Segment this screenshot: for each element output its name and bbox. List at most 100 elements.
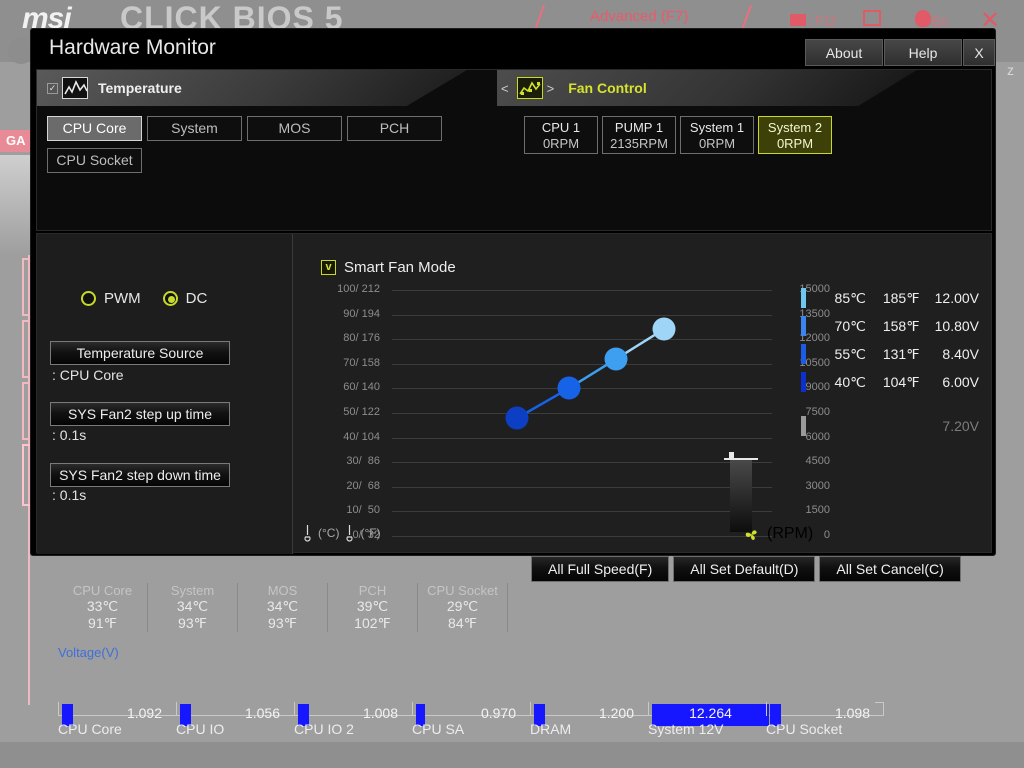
next-arrow-icon[interactable]: > <box>547 81 555 96</box>
chart-plot-area[interactable]: 100/ 212 15000 90/ 194 13500 80/ 176 12000 70/… <box>337 283 830 541</box>
dc-radio[interactable] <box>162 291 178 306</box>
step-down-time-button[interactable]: SYS Fan2 step down time <box>50 463 230 487</box>
sensor-celsius: 29℃ <box>446 598 479 614</box>
legend-celsius: 55℃ <box>834 345 866 362</box>
graph-icon <box>62 77 88 99</box>
voltage-label: DRAM <box>530 721 572 737</box>
fan-tab-cpu1[interactable]: CPU 1 0RPM <box>524 116 598 154</box>
help-button[interactable]: Help <box>884 39 962 66</box>
favorites-icon <box>863 10 881 26</box>
sensor-cell: CPU Socket 29℃ 84℉ <box>418 583 508 632</box>
sensor-fahrenheit: 84℉ <box>448 615 477 631</box>
legend-voltage: 10.80V <box>934 318 979 334</box>
voltage-value: 1.098 <box>834 705 870 721</box>
dc-label: DC <box>185 290 208 307</box>
temp-tab-system[interactable]: System <box>147 116 242 141</box>
chart-y-axis-tick-right: 1500 <box>805 504 830 516</box>
bios-right-hint: z <box>1007 62 1014 78</box>
fan-curve-point-2[interactable] <box>557 376 581 400</box>
temperature-source-tabs-row2: CPU Socket <box>47 148 142 173</box>
legend-celsius: 70℃ <box>834 317 866 334</box>
close-button[interactable]: X <box>963 39 995 66</box>
screenshot-hint: : F12 <box>790 14 836 28</box>
legend-celsius: 85℃ <box>834 289 866 306</box>
legend-fahrenheit: 131℉ <box>882 345 920 362</box>
temp-tab-pch[interactable]: PCH <box>347 116 442 141</box>
prev-arrow-icon[interactable]: < <box>501 81 509 96</box>
voltage-section-title: Voltage(V) <box>58 645 119 660</box>
fan-name: PUMP 1 <box>614 120 664 135</box>
chart-y-axis-tick-left: 100/ 212 <box>337 283 380 295</box>
sensor-name: CPU Core <box>72 583 133 598</box>
sensor-name: System <box>170 583 215 598</box>
chart-y-axis-tick-left: 20/ 68 <box>346 480 380 492</box>
temperature-axis-legend: (°C) (°F) <box>303 524 381 542</box>
temp-tab-cpu-socket[interactable]: CPU Socket <box>47 148 142 173</box>
fan-tab-system1[interactable]: System 1 0RPM <box>680 116 754 154</box>
legend-fahrenheit: 104℉ <box>882 373 920 390</box>
legend-row: 55℃ 131℉ 8.40V <box>801 340 979 368</box>
about-button[interactable]: About <box>805 39 883 66</box>
smart-fan-checkbox[interactable]: v <box>321 260 336 275</box>
voltage-label: CPU IO 2 <box>294 721 354 737</box>
temperature-checkbox[interactable]: ✓ <box>47 82 58 94</box>
chart-y-axis-tick-left: 70/ 158 <box>343 357 380 369</box>
step-down-time-value: : 0.1s <box>52 487 87 503</box>
sensor-cell: System 34℃ 93℉ <box>148 583 238 632</box>
sensor-fahrenheit: 102℉ <box>354 615 391 631</box>
legend-swatch <box>801 344 806 364</box>
voltage-label: CPU Socket <box>766 721 843 737</box>
temp-tab-mos[interactable]: MOS <box>247 116 342 141</box>
sensor-cell: PCH 39℃ 102℉ <box>328 583 418 632</box>
fan-curve-point-4[interactable] <box>652 317 676 341</box>
sensor-fahrenheit: 91℉ <box>88 615 117 631</box>
sensor-fahrenheit: 93℉ <box>178 615 207 631</box>
fan-selector-tabs: CPU 1 0RPM PUMP 1 2135RPM System 1 0RPM … <box>524 116 832 154</box>
fan-action-buttons: All Full Speed(F) All Set Default(D) All… <box>531 556 961 582</box>
all-set-cancel-button[interactable]: All Set Cancel(C) <box>819 556 961 582</box>
voltage-label: CPU SA <box>412 721 465 737</box>
voltage-value: 1.008 <box>362 705 398 721</box>
chart-y-axis-tick-left: 50/ 122 <box>343 406 380 418</box>
legend-swatch <box>801 416 806 436</box>
pwm-radio[interactable] <box>81 291 96 306</box>
fahrenheit-unit-label: (°F) <box>360 526 381 540</box>
temperature-section-tab[interactable]: ✓ Temperature <box>37 70 467 106</box>
chart-y-axis-tick-left: 80/ 176 <box>343 332 380 344</box>
step-up-time-button[interactable]: SYS Fan2 step up time <box>50 402 230 426</box>
all-full-speed-button[interactable]: All Full Speed(F) <box>531 556 670 582</box>
fan-curve-point-1[interactable] <box>505 406 529 430</box>
rpm-unit-label: (RPM) <box>767 525 814 542</box>
fan-curve-legend: 85℃ 185℉ 12.00V 70℃ 158℉ 10.80V 55℃ 131℉… <box>801 284 979 440</box>
fan-name: System 1 <box>689 120 745 135</box>
fan-tab-system2[interactable]: System 2 0RPM <box>758 116 832 154</box>
chart-y-axis-tick-left: 60/ 140 <box>343 381 380 393</box>
fan-settings-column: PWM DC Temperature Source : CPU Core SYS… <box>37 234 293 554</box>
smart-fan-mode-row: v Smart Fan Mode <box>321 259 456 276</box>
fan-icon <box>745 529 757 540</box>
fan-rpm: 0RPM <box>698 136 736 151</box>
fan-curve-chart: v Smart Fan Mode 100/ 212 15000 90/ 194 135… <box>293 234 991 552</box>
all-set-default-button[interactable]: All Set Default(D) <box>673 556 816 582</box>
fan-tab-pump1[interactable]: PUMP 1 2135RPM <box>602 116 676 154</box>
chart-gridline <box>392 536 772 537</box>
legend-swatch <box>801 316 806 336</box>
voltage-value: 0.970 <box>480 705 516 721</box>
temperature-source-button[interactable]: Temperature Source <box>50 341 230 365</box>
voltage-value: 1.056 <box>244 705 280 721</box>
legend-row: 40℃ 104℉ 6.00V <box>801 368 979 396</box>
hardware-monitor-window: Hardware Monitor About Help X ✓ Temperat… <box>30 28 996 556</box>
temperature-section-title: Temperature <box>98 80 182 96</box>
language-label: En <box>932 14 948 29</box>
temp-tab-cpu-core[interactable]: CPU Core <box>47 116 142 141</box>
thermometer-fahrenheit-icon <box>346 525 354 542</box>
temperature-source-tabs: CPU Core System MOS PCH <box>47 116 442 141</box>
fan-control-section-tab[interactable]: < > Fan Control <box>497 70 917 106</box>
pwm-label: PWM <box>104 290 141 307</box>
camera-icon <box>790 14 806 26</box>
sensor-cells: CPU Core 33℃ 91℉ System 34℃ 93℉ MOS 34℃ 93℉ PCH 39… <box>58 583 508 632</box>
voltage-value: 1.200 <box>598 705 634 721</box>
fan-control-content-panel: PWM DC Temperature Source : CPU Core SYS… <box>36 233 992 554</box>
fan-curve-point-3[interactable] <box>604 347 628 371</box>
window-buttons: About Help X <box>804 39 995 66</box>
